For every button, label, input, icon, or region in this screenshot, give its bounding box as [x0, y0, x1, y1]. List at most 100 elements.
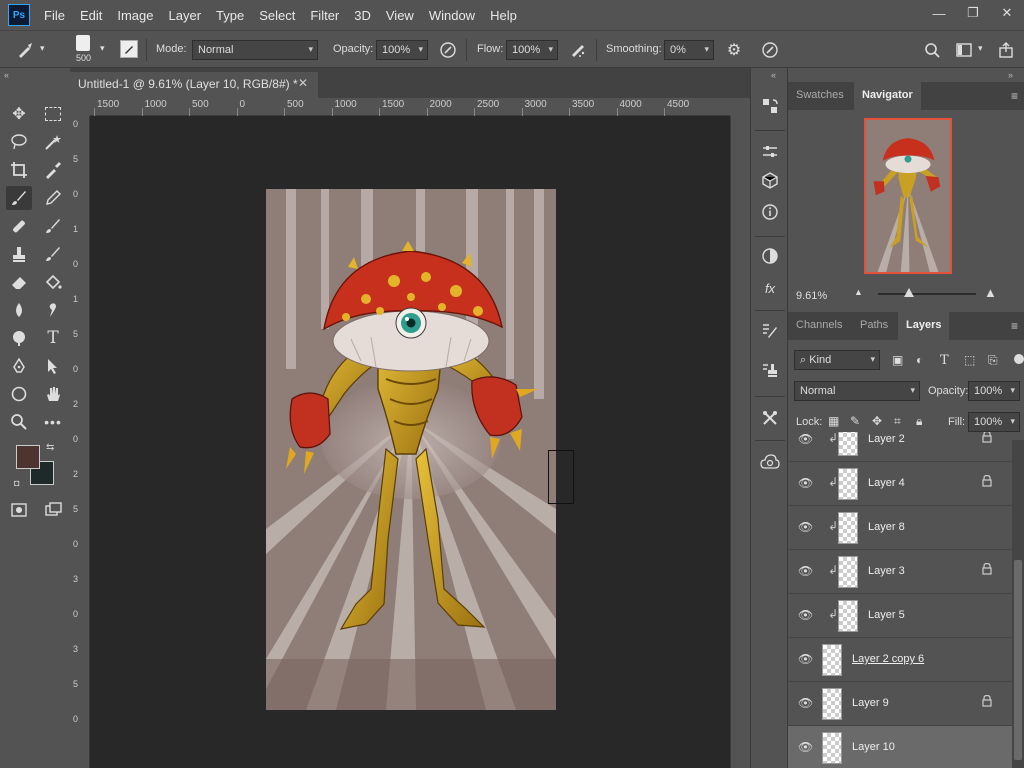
layer-thumbnail[interactable] — [822, 732, 842, 764]
blur-tool-icon[interactable] — [6, 298, 32, 322]
layer-name[interactable]: Layer 3 — [868, 565, 905, 577]
tab-paths[interactable]: Paths — [852, 312, 896, 340]
default-colors-icon[interactable]: ◘ — [14, 478, 19, 488]
flow-input[interactable]: 100% ▾ — [506, 40, 558, 60]
artwork-canvas[interactable] — [266, 189, 556, 710]
layer-name[interactable]: Layer 9 — [852, 697, 889, 709]
paint-bucket-tool-icon[interactable] — [40, 270, 66, 294]
foreground-color-swatch[interactable] — [16, 445, 40, 469]
tab-channels[interactable]: Channels — [788, 312, 850, 340]
layer-name[interactable]: Layer 2 — [868, 433, 905, 445]
lock-all-icon[interactable]: 🔒︎ — [916, 414, 922, 429]
mode-select[interactable]: Normal ▾ — [192, 40, 318, 60]
layer-thumbnail[interactable] — [822, 644, 842, 676]
filter-toggle-icon[interactable] — [1014, 354, 1024, 364]
swap-colors-icon[interactable]: ⇆ — [46, 442, 54, 453]
filter-shape-icon[interactable]: ⬚ — [964, 353, 975, 367]
chevron-down-icon[interactable]: ▾ — [978, 43, 983, 54]
pencil-tool-icon[interactable] — [40, 186, 66, 210]
layer-name[interactable]: Layer 4 — [868, 477, 905, 489]
visibility-eye-icon[interactable]: 👁︎ — [798, 432, 813, 446]
quick-mask-icon[interactable] — [6, 498, 32, 522]
menu-view[interactable]: View — [386, 8, 414, 23]
panel-menu-icon[interactable]: ≡ — [1011, 319, 1018, 333]
panel-menu-icon[interactable]: ≡ — [1011, 89, 1018, 103]
healing-brush-tool-icon[interactable] — [6, 214, 32, 238]
filter-adjustment-icon[interactable]: ◐ — [916, 353, 923, 367]
close-icon[interactable]: ✕ — [298, 76, 308, 90]
menu-window[interactable]: Window — [429, 8, 475, 23]
tab-navigator[interactable]: Navigator — [854, 82, 921, 110]
minimize-button[interactable]: — — [922, 0, 956, 26]
close-button[interactable]: ✕ — [990, 0, 1024, 26]
layer-row[interactable]: 👁︎ ↲ Layer 4 — [788, 462, 1012, 506]
visibility-eye-icon[interactable]: 👁︎ — [798, 696, 813, 710]
layer-name[interactable]: Layer 10 — [852, 741, 895, 753]
layer-row[interactable]: 👁︎ Layer 10 — [788, 726, 1012, 768]
mixer-brush-tool-icon[interactable] — [40, 214, 66, 238]
collapse-chevron-icon[interactable]: « — [771, 70, 776, 80]
chevron-down-icon[interactable]: ▾ — [40, 43, 45, 54]
zoom-tool-icon[interactable] — [6, 410, 32, 434]
tab-layers[interactable]: Layers — [898, 312, 950, 340]
layer-thumbnail[interactable] — [838, 600, 858, 632]
layer-row[interactable]: 👁︎ ↲ Layer 2 — [788, 432, 1012, 462]
filter-type-icon[interactable]: T — [940, 353, 949, 368]
visibility-eye-icon[interactable]: 👁︎ — [798, 608, 813, 622]
tool-presets-icon[interactable] — [757, 406, 783, 430]
visibility-eye-icon[interactable]: 👁︎ — [798, 520, 813, 534]
canvas-area[interactable] — [90, 116, 730, 768]
crop-tool-icon[interactable] — [6, 158, 32, 182]
brush-tool-icon[interactable] — [6, 186, 32, 210]
layer-row[interactable]: 👁︎ ↲ Layer 3 — [788, 550, 1012, 594]
visibility-eye-icon[interactable]: 👁︎ — [798, 652, 813, 666]
brush-settings-icon[interactable] — [757, 318, 783, 342]
opacity-input[interactable]: 100% ▾ — [376, 40, 428, 60]
menu-filter[interactable]: Filter — [310, 8, 339, 23]
layer-row[interactable]: 👁︎ ↲ Layer 5 — [788, 594, 1012, 638]
lock-artboard-icon[interactable]: ⌗ — [894, 414, 901, 429]
move-tool-icon[interactable]: ✥ — [6, 102, 32, 126]
libraries-icon[interactable] — [757, 450, 783, 474]
more-tools-icon[interactable]: ••• — [40, 410, 66, 434]
color-panel-icon[interactable] — [757, 244, 783, 268]
brush-size-swatch[interactable] — [76, 35, 90, 51]
restore-button[interactable]: ❐ — [956, 0, 990, 26]
marquee-tool-icon[interactable] — [40, 102, 66, 126]
clone-stamp-tool-icon[interactable] — [6, 242, 32, 266]
workspace-icon[interactable] — [954, 40, 974, 60]
layer-filter-kind-select[interactable]: ⌕ Kind ▾ — [794, 350, 880, 370]
smoothing-input[interactable]: 0% ▾ — [664, 40, 714, 60]
dodge-tool-icon[interactable] — [6, 326, 32, 350]
layers-scrollbar-thumb[interactable] — [1014, 560, 1022, 760]
menu-image[interactable]: Image — [117, 8, 153, 23]
layer-thumbnail[interactable] — [838, 432, 858, 456]
layer-name[interactable]: Layer 8 — [868, 521, 905, 533]
eraser-tool-icon[interactable] — [6, 270, 32, 294]
document-tab[interactable]: Untitled-1 @ 9.61% (Layer 10, RGB/8#) * … — [70, 72, 318, 98]
pressure-size-icon[interactable] — [760, 41, 780, 59]
smudge-tool-icon[interactable] — [40, 298, 66, 322]
zoom-out-icon[interactable]: ▲ — [854, 287, 863, 297]
menu-file[interactable]: File — [44, 8, 65, 23]
layers-list[interactable]: 👁︎ ↲ Layer 2 👁︎ ↲ Layer 4 👁︎ ↲ Layer 8 👁︎ ↲ Layer 3… — [788, 432, 1012, 768]
filter-smart-object-icon[interactable]: ⎘ — [988, 353, 998, 368]
lock-image-pixels-icon[interactable]: ✎ — [850, 414, 860, 428]
zoom-slider-track[interactable] — [878, 293, 976, 295]
type-tool-icon[interactable]: T — [40, 326, 66, 350]
layer-name[interactable]: Layer 5 — [868, 609, 905, 621]
screen-mode-icon[interactable] — [40, 498, 66, 522]
layer-row[interactable]: 👁︎ ↲ Layer 8 — [788, 506, 1012, 550]
history-brush-tool-icon[interactable] — [40, 242, 66, 266]
chevron-down-icon[interactable]: ▾ — [100, 43, 105, 54]
collapse-chevron-icon[interactable]: » — [1008, 70, 1013, 80]
search-icon[interactable] — [922, 40, 942, 60]
share-icon[interactable] — [996, 40, 1016, 60]
visibility-eye-icon[interactable]: 👁︎ — [798, 740, 813, 754]
collapse-chevron-icon[interactable]: « — [4, 70, 9, 80]
zoom-slider-handle[interactable] — [904, 288, 914, 297]
layer-row[interactable]: 👁︎ Layer 9 — [788, 682, 1012, 726]
history-panel-icon[interactable] — [757, 94, 783, 118]
filter-pixel-icon[interactable]: ▣ — [892, 353, 903, 367]
layer-thumbnail[interactable] — [838, 512, 858, 544]
